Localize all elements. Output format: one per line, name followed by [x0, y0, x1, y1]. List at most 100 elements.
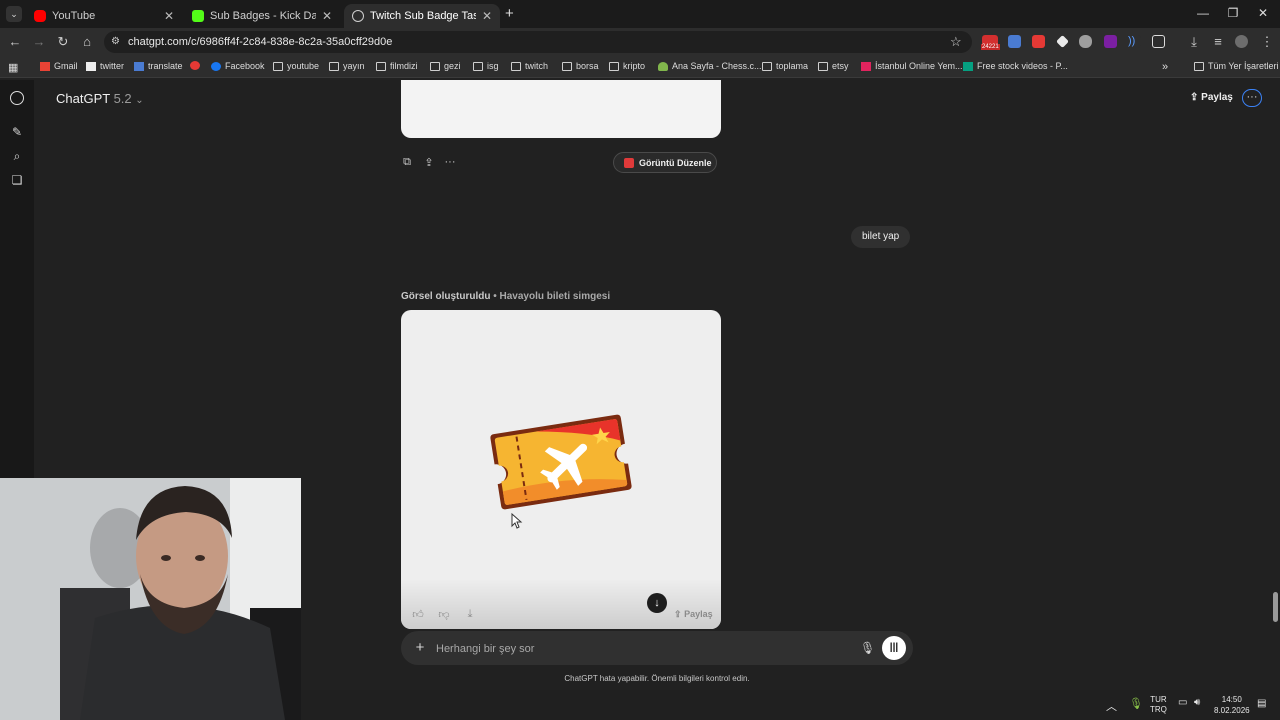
- bookmark-folder-youtube[interactable]: youtube: [273, 61, 319, 71]
- bookmark-folder-twitch[interactable]: twitch: [511, 61, 548, 71]
- openai-logo-icon[interactable]: [10, 91, 24, 105]
- copy-icon[interactable]: ⧉: [400, 156, 414, 169]
- tab-search-button[interactable]: ⌄: [6, 6, 22, 22]
- tab-kick-dashboard[interactable]: Sub Badges - Kick Dashboard ✕: [184, 4, 340, 28]
- speech-extension-icon[interactable]: )): [1128, 35, 1141, 48]
- voice-mode-button[interactable]: |||: [882, 636, 906, 660]
- image-status: Görsel oluşturuldu • Havayolu bileti sim…: [401, 291, 611, 302]
- edit-image-button[interactable]: Görüntü Düzenle: [613, 152, 717, 173]
- share-button[interactable]: ⇪ Paylaş: [1190, 92, 1233, 103]
- bookmark-folder-toplama[interactable]: toplama: [762, 61, 808, 71]
- keyboard-language[interactable]: TUR TRQ: [1150, 695, 1167, 715]
- bookmark-folder-isg[interactable]: isg: [473, 61, 499, 71]
- bookmark-folder-borsa[interactable]: borsa: [562, 61, 599, 71]
- bookmarks-overflow-icon[interactable]: »: [1162, 61, 1168, 73]
- close-icon[interactable]: ✕: [164, 9, 174, 23]
- minimize-icon[interactable]: —: [1193, 6, 1213, 20]
- share-icon: ⇪: [1190, 92, 1199, 103]
- scroll-down-button[interactable]: ↓: [647, 593, 667, 613]
- microphone-icon[interactable]: 🎙︎: [1129, 697, 1143, 710]
- reading-list-icon[interactable]: ≡: [1210, 35, 1226, 49]
- share-icon[interactable]: ⇪: [422, 156, 436, 169]
- bookmark-all[interactable]: Tüm Yer İşaretleri: [1194, 61, 1279, 71]
- clock[interactable]: 14:50 8.02.2026: [1214, 694, 1250, 716]
- bookmark-folder-gezi[interactable]: gezi: [430, 61, 461, 71]
- microphone-icon[interactable]: 🎙︎: [860, 641, 875, 655]
- more-options-icon[interactable]: ···: [1242, 89, 1262, 107]
- network-icon[interactable]: ▭: [1178, 697, 1187, 708]
- image-status-label: Görsel oluşturuldu: [401, 291, 491, 302]
- bookmark-star-icon[interactable]: ☆: [950, 34, 962, 50]
- close-icon[interactable]: ✕: [482, 9, 492, 23]
- image-share-button[interactable]: ⇪ Paylaş: [674, 609, 713, 620]
- restore-icon[interactable]: ❐: [1223, 6, 1243, 20]
- time: 14:50: [1221, 695, 1242, 704]
- url-text[interactable]: chatgpt.com/c/6986ff4f-2c84-838e-8c2a-35…: [128, 36, 392, 48]
- notification-icon[interactable]: ▤: [1257, 698, 1266, 709]
- bookmark-translate[interactable]: translate: [134, 61, 183, 71]
- volume-icon[interactable]: 🔊︎: [1194, 697, 1200, 708]
- model-version: 5.2: [113, 91, 132, 106]
- bookmark-istanbul[interactable]: İstanbul Online Yem...: [861, 61, 963, 71]
- chess-pawn-icon: [658, 61, 668, 71]
- extension-badge-count: 24221: [981, 44, 1000, 50]
- bookmark-folder-filmdizi[interactable]: filmdizi: [376, 61, 418, 71]
- site-info-icon[interactable]: ⚙: [111, 36, 120, 47]
- reload-icon[interactable]: ↻: [55, 35, 71, 49]
- bookmark-gmail[interactable]: Gmail: [40, 61, 78, 71]
- youtube-icon: [190, 61, 200, 70]
- back-icon[interactable]: ←: [7, 35, 23, 49]
- adblock-icon[interactable]: [1032, 35, 1045, 48]
- bookmark-youtube-icon[interactable]: [190, 61, 204, 70]
- folder-icon: [562, 61, 572, 71]
- scrollbar-thumb[interactable]: [1273, 592, 1278, 622]
- bookmark-chess[interactable]: Ana Sayfa - Chess.c...: [658, 61, 762, 71]
- prompt-input[interactable]: [436, 641, 836, 657]
- search-icon[interactable]: ⌕: [10, 149, 24, 163]
- forward-icon[interactable]: →: [31, 35, 47, 49]
- close-icon[interactable]: ✕: [322, 9, 332, 23]
- edit-image-icon: [624, 157, 634, 168]
- bookmark-twitter[interactable]: twitter: [86, 61, 124, 71]
- folder-icon: [609, 61, 619, 71]
- folder-icon: [473, 61, 483, 71]
- thumbs-up-icon[interactable]: 👍︎: [411, 608, 425, 621]
- new-chat-icon[interactable]: ✎: [10, 125, 24, 139]
- add-attachment-icon[interactable]: +: [413, 640, 427, 655]
- tab-youtube[interactable]: YouTube ✕: [26, 4, 182, 28]
- download-icon[interactable]: ⤓: [463, 608, 477, 621]
- extensions-puzzle-icon[interactable]: [1152, 35, 1165, 48]
- tab-label: Twitch Sub Badge Tasarımı: [370, 10, 476, 22]
- new-tab-button[interactable]: +: [505, 5, 514, 22]
- chevron-up-icon[interactable]: ︿: [1106, 698, 1117, 714]
- translate-extension-icon[interactable]: [1008, 35, 1021, 48]
- home-icon[interactable]: ⌂: [79, 35, 95, 49]
- apps-grid-icon[interactable]: ▦: [8, 61, 18, 74]
- window-close-icon[interactable]: ✕: [1253, 6, 1273, 20]
- generated-image[interactable]: [401, 310, 721, 629]
- layout-code: TRQ: [1150, 705, 1167, 714]
- webcam-person-image: [0, 478, 301, 720]
- folder-icon: [1194, 61, 1204, 71]
- folder-icon: [430, 61, 440, 71]
- download-icon[interactable]: ⤓: [1186, 35, 1202, 49]
- date: 8.02.2026: [1214, 706, 1250, 715]
- previous-generated-image[interactable]: [401, 80, 721, 138]
- folder-icon: [511, 61, 521, 71]
- browser-tab-strip: ⌄ YouTube ✕ Sub Badges - Kick Dashboard …: [0, 0, 1280, 28]
- library-icon[interactable]: ❏: [10, 173, 24, 187]
- bookmark-folder-kripto[interactable]: kripto: [609, 61, 645, 71]
- image-caption: Havayolu bileti simgesi: [499, 291, 611, 302]
- more-icon[interactable]: ···: [443, 156, 457, 168]
- profile-avatar[interactable]: [1235, 35, 1248, 48]
- thumbs-down-icon[interactable]: 👎︎: [437, 608, 451, 621]
- purple-extension-icon[interactable]: [1104, 35, 1117, 48]
- tab-twitch-sub-badge[interactable]: Twitch Sub Badge Tasarımı ✕: [344, 4, 500, 28]
- bookmark-folder-yayin[interactable]: yayın: [329, 61, 365, 71]
- bookmark-facebook[interactable]: Facebook: [211, 61, 265, 71]
- bookmark-pexels[interactable]: Free stock videos - P...: [963, 61, 1068, 71]
- bookmark-folder-etsy[interactable]: etsy: [818, 61, 849, 71]
- glasses-extension-icon[interactable]: [1079, 35, 1092, 48]
- browser-menu-icon[interactable]: ⋮: [1259, 35, 1275, 49]
- model-selector[interactable]: ChatGPT 5.2 ⌄: [56, 91, 144, 106]
